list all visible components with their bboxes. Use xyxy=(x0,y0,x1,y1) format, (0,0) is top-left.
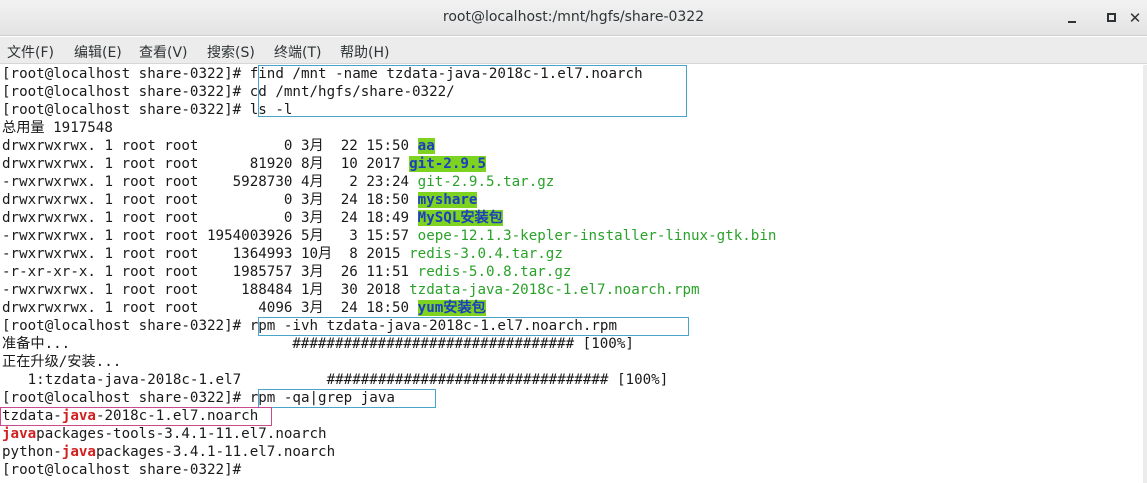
result-match: java xyxy=(2,426,37,442)
listing-row: drwxrwxrwx. 1 root root 0 3月 24 18:49 My… xyxy=(2,209,503,227)
status-line-upgrading: 正在升级/安装... xyxy=(2,354,122,370)
menu-file[interactable]: 文件(F) xyxy=(7,42,54,62)
progress-line-package: 1:tzdata-java-2018c-1.el7 ##############… xyxy=(2,372,669,388)
result-suffix: packages-tools-3.4.1-11.el7.noarch xyxy=(36,426,327,442)
result-match: java xyxy=(61,444,96,460)
annotation-box-grep xyxy=(258,389,436,408)
file-name: oepe-12.1.3-kepler-installer-linux-gtk.b… xyxy=(417,228,777,244)
file-meta: drwxrwxrwx. 1 root root 81920 8月 10 2017 xyxy=(2,156,410,172)
prompt: [root@localhost share-0322]# xyxy=(2,102,250,118)
listing-row: -r-xr-xr-x. 1 root root 1985757 3月 26 11… xyxy=(2,263,571,281)
file-name: MySQL安装包 xyxy=(417,210,503,226)
file-meta: drwxrwxrwx. 1 root root 0 3月 24 18:50 xyxy=(2,192,418,208)
file-meta: drwxrwxrwx. 1 root root 0 3月 24 18:49 xyxy=(2,210,418,226)
file-name: git-2.9.5.tar.gz xyxy=(417,174,555,190)
menu-view[interactable]: 查看(V) xyxy=(139,42,188,62)
prompt: [root@localhost share-0322]# xyxy=(2,318,250,334)
close-icon[interactable]: ✕ xyxy=(1125,8,1145,28)
grep-result: python-javapackages-3.4.1-11.el7.noarch xyxy=(2,443,335,461)
file-name: redis-5.0.8.tar.gz xyxy=(417,264,572,280)
file-name: myshare xyxy=(417,192,478,208)
file-meta: -r-xr-xr-x. 1 root root 1985757 3月 26 11… xyxy=(2,264,418,280)
listing-row: -rwxrwxrwx. 1 root root 1364993 10月 8 20… xyxy=(2,245,563,263)
result-prefix: python- xyxy=(2,444,62,460)
result-suffix: packages-3.4.1-11.el7.noarch xyxy=(95,444,336,460)
prompt: [root@localhost share-0322]# xyxy=(2,84,250,100)
file-name: redis-3.0.4.tar.gz xyxy=(409,246,563,262)
total-line: 总用量 1917548 xyxy=(2,120,113,136)
file-meta: -rwxrwxrwx. 1 root root 1954003926 5月 3 … xyxy=(2,228,418,244)
listing-row: drwxrwxrwx. 1 root root 0 3月 22 15:50 aa xyxy=(2,137,435,155)
file-name: yum安装包 xyxy=(417,300,486,316)
listing-row: drwxrwxrwx. 1 root root 0 3月 24 18:50 my… xyxy=(2,191,478,209)
menu-edit[interactable]: 编辑(E) xyxy=(74,42,122,62)
scrollbar[interactable] xyxy=(1143,65,1147,483)
maximize-icon[interactable] xyxy=(1102,8,1122,28)
menu-help[interactable]: 帮助(H) xyxy=(340,42,389,62)
terminal-output[interactable]: [root@localhost share-0322]# find /mnt -… xyxy=(0,65,1147,483)
file-meta: -rwxrwxrwx. 1 root root 1364993 10月 8 20… xyxy=(2,246,410,262)
annotation-box-install xyxy=(258,317,689,336)
annotation-box-result xyxy=(0,407,272,426)
file-name: git-2.9.5 xyxy=(409,156,486,172)
terminal-line-prompt: [root@localhost share-0322]# xyxy=(2,461,250,479)
minimize-icon[interactable] xyxy=(1062,8,1082,28)
file-name: tzdata-java-2018c-1.el7.noarch.rpm xyxy=(409,282,700,298)
file-meta: -rwxrwxrwx. 1 root root 188484 1月 30 201… xyxy=(2,282,410,298)
menu-search[interactable]: 搜索(S) xyxy=(207,42,255,62)
listing-row: drwxrwxrwx. 1 root root 81920 8月 10 2017… xyxy=(2,155,486,173)
terminal-line-cmd3: [root@localhost share-0322]# ls -l xyxy=(2,101,292,119)
prompt: [root@localhost share-0322]# xyxy=(2,66,250,82)
file-name: aa xyxy=(417,138,435,154)
file-meta: drwxrwxrwx. 1 root root 0 3月 22 15:50 xyxy=(2,138,418,154)
listing-row: -rwxrwxrwx. 1 root root 5928730 4月 2 23:… xyxy=(2,173,554,191)
file-meta: drwxrwxrwx. 1 root root 4096 3月 24 18:50 xyxy=(2,300,418,316)
menu-bar: 文件(F) 编辑(E) 查看(V) 搜索(S) 终端(T) 帮助(H) xyxy=(0,37,1147,64)
file-meta: -rwxrwxrwx. 1 root root 5928730 4月 2 23:… xyxy=(2,174,418,190)
prompt: [root@localhost share-0322]# xyxy=(2,390,250,406)
prompt: [root@localhost share-0322]# xyxy=(2,462,250,478)
progress-line-prepare: 准备中... #################################… xyxy=(2,336,634,352)
listing-row: drwxrwxrwx. 1 root root 4096 3月 24 18:50… xyxy=(2,299,486,317)
title-bar: root@localhost:/mnt/hgfs/share-0322 ✕ xyxy=(0,0,1147,36)
listing-row: -rwxrwxrwx. 1 root root 1954003926 5月 3 … xyxy=(2,227,776,245)
menu-terminal[interactable]: 终端(T) xyxy=(274,42,321,62)
grep-result: javapackages-tools-3.4.1-11.el7.noarch xyxy=(2,425,327,443)
annotation-box-commands xyxy=(258,65,687,117)
listing-row: -rwxrwxrwx. 1 root root 188484 1月 30 201… xyxy=(2,281,700,299)
window-title: root@localhost:/mnt/hgfs/share-0322 xyxy=(442,9,705,25)
